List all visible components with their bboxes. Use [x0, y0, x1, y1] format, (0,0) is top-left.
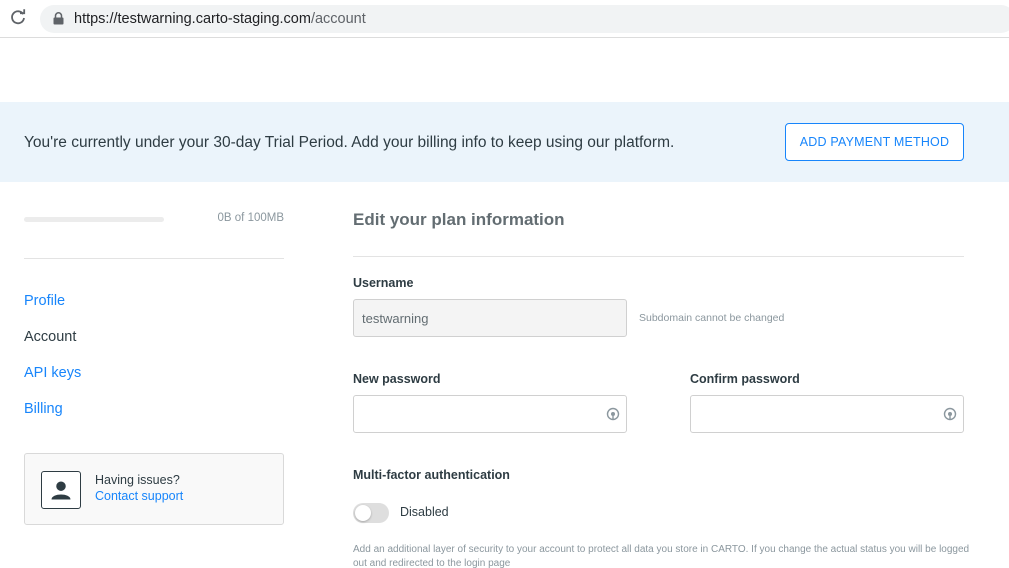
confirm-password-label: Confirm password — [690, 372, 800, 386]
reload-icon[interactable] — [9, 9, 27, 27]
username-label: Username — [353, 276, 414, 290]
support-box: Having issues? Contact support — [24, 453, 284, 525]
url-domain: https://testwarning.carto-staging.com — [74, 11, 311, 27]
storage-usage-text: 0B of 100MB — [217, 212, 284, 224]
form-divider — [353, 256, 964, 257]
new-password-field[interactable] — [353, 395, 627, 433]
mfa-toggle-knob — [355, 505, 371, 521]
mfa-description: Add an additional layer of security to y… — [353, 544, 970, 568]
url-text: https://testwarning.carto-staging.com/ac… — [74, 11, 366, 27]
address-bar[interactable]: https://testwarning.carto-staging.com/ac… — [40, 5, 1009, 33]
sidebar-item-billing[interactable]: Billing — [24, 401, 63, 417]
show-confirm-password-icon[interactable] — [943, 407, 957, 421]
username-hint: Subdomain cannot be changed — [639, 312, 785, 324]
new-password-label: New password — [353, 372, 441, 386]
storage-progress-bar — [24, 217, 164, 222]
lock-icon — [53, 12, 64, 25]
sidebar-item-profile[interactable]: Profile — [24, 293, 65, 309]
form-title: Edit your plan information — [353, 210, 565, 229]
browser-toolbar: https://testwarning.carto-staging.com/ac… — [0, 0, 1009, 38]
mfa-toggle[interactable] — [353, 503, 389, 523]
support-question: Having issues? — [95, 473, 180, 487]
show-password-icon[interactable] — [606, 407, 620, 421]
url-path: /account — [310, 11, 366, 27]
sidebar-item-api-keys[interactable]: API keys — [24, 365, 81, 381]
user-support-icon — [41, 471, 81, 509]
trial-message: You're currently under your 30-day Trial… — [24, 134, 675, 151]
mfa-status: Disabled — [400, 505, 449, 519]
contact-support-link[interactable]: Contact support — [95, 489, 183, 503]
add-payment-method-button[interactable]: ADD PAYMENT METHOD — [785, 123, 964, 161]
mfa-label: Multi-factor authentication — [353, 468, 510, 482]
sidebar-divider — [24, 258, 284, 259]
confirm-password-field[interactable] — [690, 395, 964, 433]
username-field[interactable] — [353, 299, 627, 337]
sidebar-item-account[interactable]: Account — [24, 329, 76, 345]
